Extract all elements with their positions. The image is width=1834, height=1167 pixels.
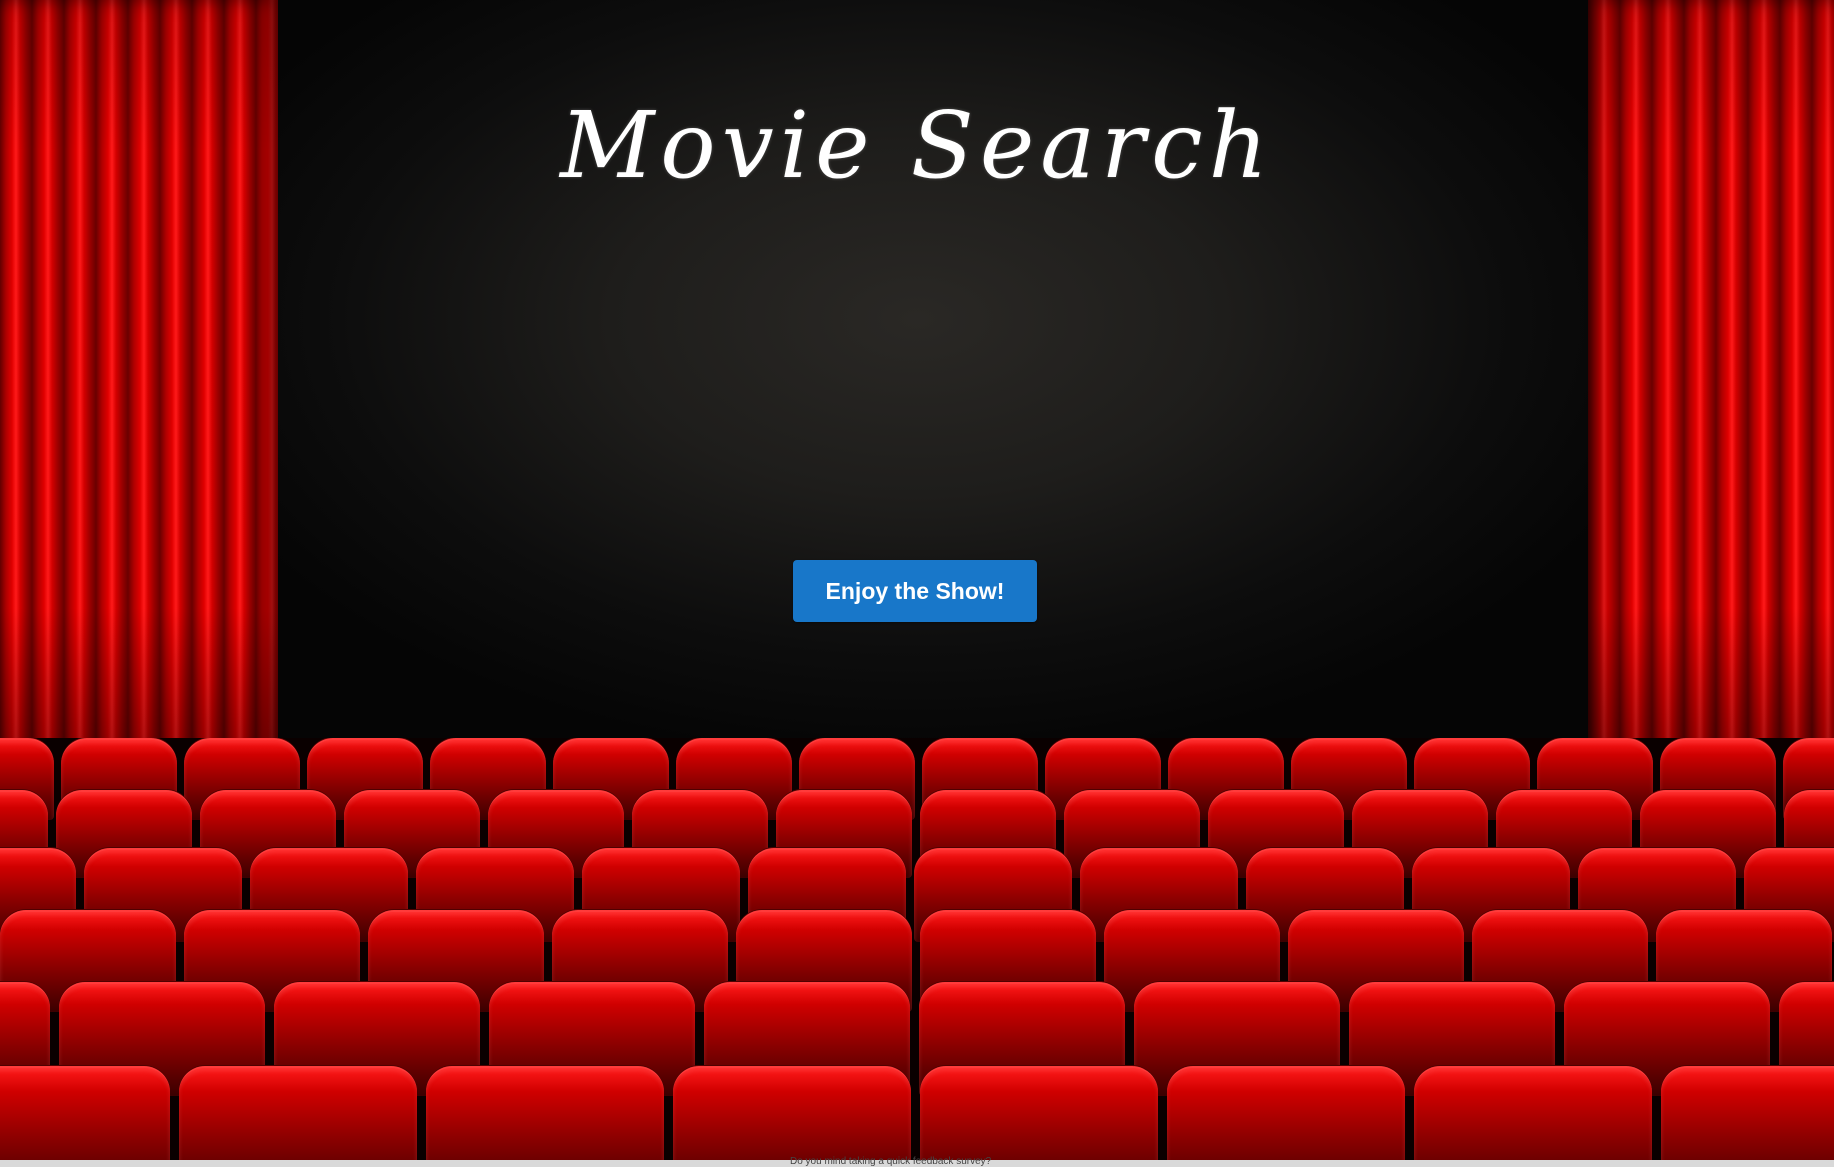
theater-seat — [673, 1066, 911, 1167]
left-curtain-shade — [0, 0, 278, 760]
seat-row — [0, 790, 1834, 878]
feedback-bar: Do you mind taking a quick feedback surv… — [0, 1156, 1834, 1167]
right-curtain — [1588, 0, 1834, 760]
feedback-survey-link[interactable]: Do you mind taking a quick feedback surv… — [790, 1156, 991, 1167]
seat-row — [0, 982, 1834, 1096]
left-curtain — [0, 0, 278, 760]
theater-seat — [0, 1066, 170, 1167]
theater-seat — [1414, 1066, 1652, 1167]
seat-row — [0, 738, 1834, 820]
right-curtain-shade — [1588, 0, 1834, 760]
theater-seat — [1661, 1066, 1834, 1167]
seat-row — [0, 1066, 1834, 1167]
theater-seat — [1167, 1066, 1405, 1167]
theater-seat — [426, 1066, 664, 1167]
theater-seat — [179, 1066, 417, 1167]
seat-row — [0, 910, 1834, 1012]
seating-area — [0, 738, 1834, 1167]
enjoy-the-show-button[interactable]: Enjoy the Show! — [793, 560, 1037, 622]
theater-page: Movie Search Enjoy the Show! Do you mind… — [0, 0, 1834, 1167]
theater-seat — [920, 1066, 1158, 1167]
